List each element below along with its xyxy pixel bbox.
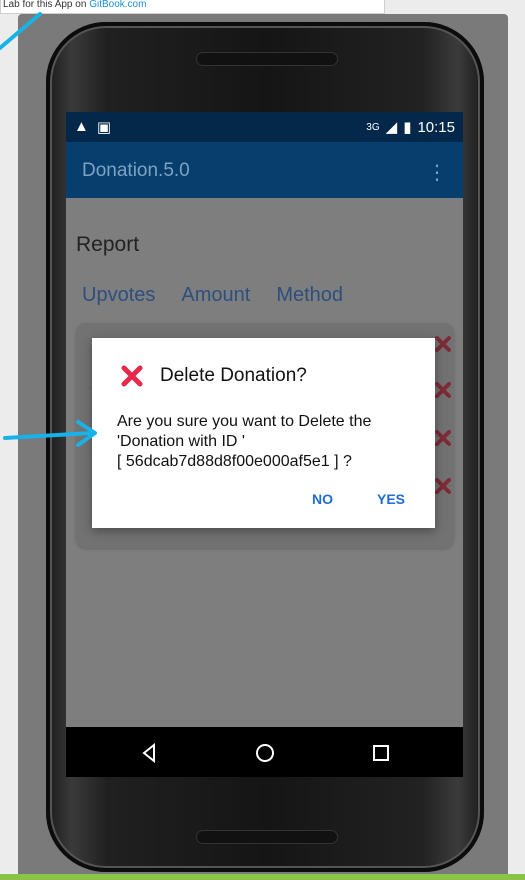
delete-x-icon[interactable] (434, 477, 452, 495)
network-type: 3G (366, 121, 380, 133)
delete-donation-dialog: Delete Donation? Are you sure you want t… (92, 338, 435, 528)
app-title: Donation.5.0 (82, 160, 190, 181)
recents-icon[interactable] (368, 740, 394, 766)
report-title: Report (76, 233, 140, 256)
dialog-message-line: Are you sure you want to Delete the (117, 413, 372, 430)
back-icon[interactable] (136, 740, 162, 766)
delete-x-icon[interactable] (434, 335, 452, 353)
dialog-message-line: 'Donation with ID ' (117, 433, 245, 450)
dialog-title: Delete Donation? (160, 365, 307, 386)
gitbook-note: Lab for this App on GitBook.com (0, 0, 385, 14)
sim-card-icon: ▣ (96, 119, 112, 136)
status-right: 3G ◢ ▮ 10:15 (366, 118, 455, 137)
delete-x-icon[interactable] (434, 381, 452, 399)
app-bar: Donation.5.0 ⋮ (66, 142, 463, 198)
no-button[interactable]: NO (312, 491, 333, 507)
status-time: 10:15 (417, 118, 455, 136)
status-bar: ▲ ▣ 3G ◢ ▮ 10:15 (66, 112, 463, 142)
column-amount: Amount (181, 284, 251, 306)
home-icon[interactable] (252, 740, 278, 766)
delete-x-icon[interactable] (434, 429, 452, 447)
delete-x-icon (121, 365, 143, 387)
warning-icon: ▲ (74, 118, 89, 135)
status-left-icons: ▲ ▣ (74, 118, 111, 136)
gitbook-link[interactable]: GitBook.com (89, 0, 146, 10)
top-speaker (196, 52, 338, 66)
bottom-speaker (196, 830, 338, 844)
bottom-accent-strip (0, 874, 525, 880)
column-method: Method (276, 284, 344, 306)
dialog-message-line: [ 56dcab7d88d8f00e000af5e1 ] ? (117, 453, 352, 470)
yes-button[interactable]: YES (377, 491, 405, 507)
battery-icon: ▮ (403, 119, 412, 136)
overflow-menu-icon[interactable]: ⋮ (427, 160, 447, 185)
gitbook-note-text: Lab for this App on (3, 0, 87, 10)
signal-icon: ◢ (385, 119, 398, 136)
report-columns: Upvotes Amount Method (82, 284, 343, 307)
dialog-message: Are you sure you want to Delete the 'Don… (117, 412, 417, 472)
android-nav-bar (66, 727, 463, 777)
column-upvotes: Upvotes (82, 284, 156, 306)
